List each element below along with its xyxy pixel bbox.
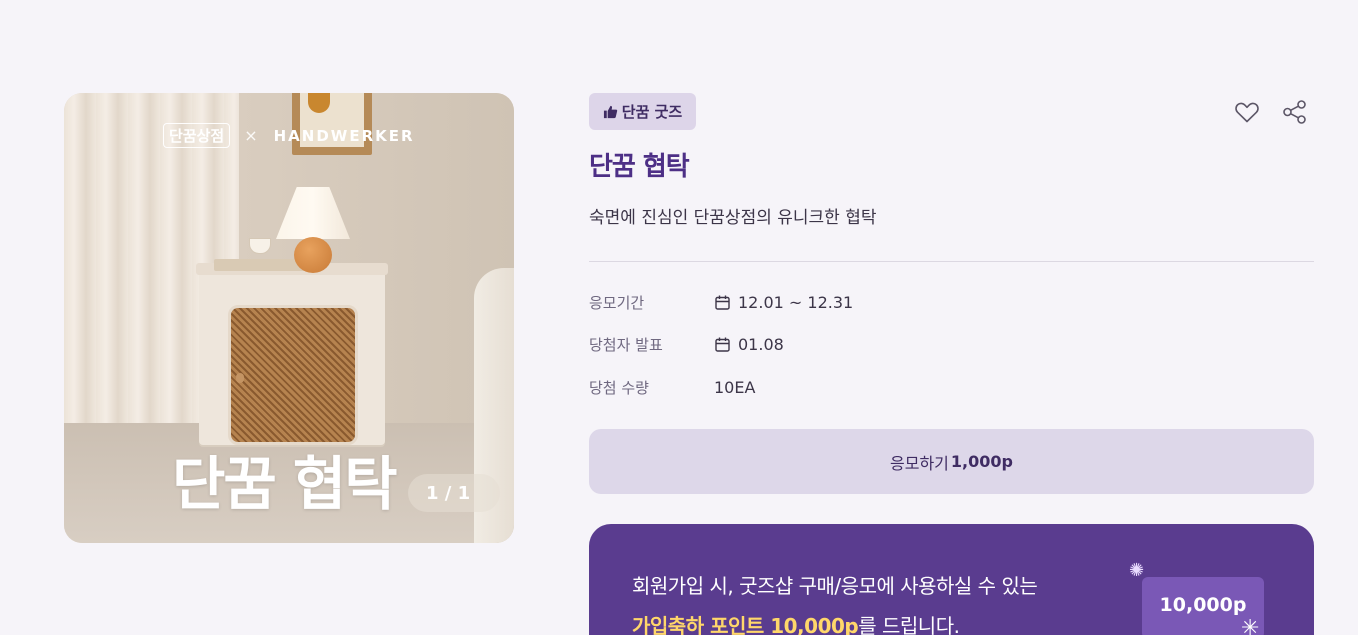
info-row-quantity: 당첨 수량 10EA (589, 376, 755, 398)
info-row-period: 응모기간 12.01 ~ 12.31 (589, 291, 853, 313)
brand-logo-dankkum: 단꿈상점 (163, 123, 231, 148)
category-label: 단꿈 굿즈 (621, 103, 683, 121)
brand-separator: × (244, 126, 260, 145)
calendar-icon (715, 295, 730, 310)
brand-logo-handwerker: HANDWERKER (273, 126, 415, 145)
apply-points: 1,000p (950, 452, 1013, 471)
info-label: 당첨 수량 (589, 378, 649, 397)
info-value-text: 01.08 (738, 334, 784, 354)
sparkle-icon: ✺ (1129, 560, 1145, 581)
image-knob (236, 373, 244, 383)
calendar-icon (715, 337, 730, 352)
product-image[interactable]: 단꿈상점 × HANDWERKER 단꿈 협탁 1 / 1 (64, 93, 514, 543)
thumbs-up-icon (603, 105, 617, 119)
category-badge: 단꿈 굿즈 (589, 93, 696, 130)
product-title: 단꿈 협탁 (589, 152, 690, 182)
info-value-text: 10EA (714, 377, 756, 397)
info-value-text: 12.01 ~ 12.31 (738, 292, 854, 312)
apply-label: 응모하기 (890, 453, 949, 473)
heart-icon (1235, 102, 1259, 123)
product-subtitle: 숙면에 진심인 단꿈상점의 유니크한 협탁 (589, 208, 877, 228)
image-rattan-door (228, 305, 358, 445)
info-value: 12.01 ~ 12.31 (714, 293, 853, 312)
promo-line-2-suffix: 를 드립니다. (858, 614, 960, 635)
promo-line-1: 회원가입 시, 굿즈샵 구매/응모에 사용하실 수 있는 (632, 574, 1038, 598)
share-button[interactable] (1281, 98, 1309, 126)
promo-line-2: 가입축하 포인트 10,000p를 드립니다. (632, 610, 960, 635)
promo-highlight: 가입축하 포인트 10,000p (632, 614, 859, 635)
info-value: 10EA (714, 378, 755, 397)
share-icon (1283, 100, 1306, 124)
info-row-announcement: 당첨자 발표 01.08 (589, 333, 784, 355)
image-pager: 1 / 1 (408, 474, 500, 512)
signup-promo-banner[interactable]: 회원가입 시, 굿즈샵 구매/응모에 사용하실 수 있는 가입축하 포인트 10… (589, 524, 1314, 635)
apply-button[interactable]: 응모하기 1,000p (589, 429, 1314, 494)
info-label: 응모기간 (589, 293, 645, 312)
image-lamp-base (294, 237, 332, 273)
like-button[interactable] (1233, 98, 1261, 126)
image-brand-logos: 단꿈상점 × HANDWERKER (163, 123, 415, 148)
divider (589, 261, 1314, 262)
sparkle-icon: ✳ (1241, 616, 1260, 635)
info-value: 01.08 (714, 335, 784, 354)
info-label: 당첨자 발표 (589, 335, 663, 354)
image-overlay-title: 단꿈 협탁 (172, 450, 398, 518)
